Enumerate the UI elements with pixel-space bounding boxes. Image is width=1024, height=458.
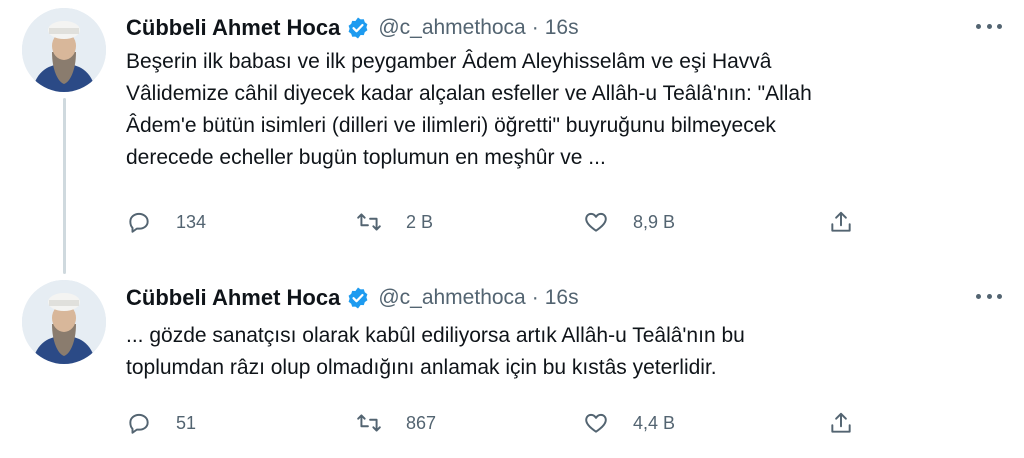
author-name[interactable]: Cübbeli Ahmet Hoca [126, 15, 340, 41]
more-horizontal-icon[interactable] [976, 18, 1002, 34]
share-icon [831, 211, 851, 232]
retweet-button[interactable]: 867 [356, 408, 436, 438]
tweet-header: Cübbeli Ahmet Hoca @c_ahmethoca · 16s [126, 12, 579, 44]
verified-badge-icon [346, 286, 370, 310]
share-button[interactable] [828, 408, 854, 438]
retweet-button[interactable]: 2 B [356, 207, 433, 237]
tweet-text-line: Âdem'e bütün isimleri (dilleri ve ilimle… [126, 114, 776, 137]
tweet-text-line: Beşerin ilk babası ve ilk peygamber Âdem… [126, 50, 772, 73]
reply-button[interactable]: 51 [126, 408, 196, 438]
retweet-count: 2 B [406, 211, 434, 232]
share-button[interactable] [828, 207, 854, 237]
tweet[interactable]: Cübbeli Ahmet Hoca @c_ahmethoca · 16s Be… [0, 0, 1024, 270]
tweet-header: Cübbeli Ahmet Hoca @c_ahmethoca · 16s [126, 282, 579, 314]
tweet-text-line: ... gözde sanatçısı olarak kabûl ediliyo… [126, 324, 745, 347]
reply-count: 134 [176, 211, 207, 232]
retweet-count: 867 [406, 412, 437, 433]
retweet-icon [357, 213, 381, 231]
separator-dot: · [531, 286, 539, 309]
separator-dot: · [531, 16, 539, 39]
tweet-text: ... gözde sanatçısı olarak kabûl ediliyo… [126, 320, 984, 384]
retweet-icon [357, 414, 381, 432]
like-button[interactable]: 4,4 B [583, 408, 675, 438]
avatar[interactable] [22, 280, 106, 364]
reply-button[interactable]: 134 [126, 207, 206, 237]
tweet-timestamp[interactable]: 16s [545, 286, 579, 310]
author-handle[interactable]: @c_ahmethoca [378, 286, 525, 310]
avatar[interactable] [22, 8, 106, 92]
author-name[interactable]: Cübbeli Ahmet Hoca [126, 285, 340, 311]
tweet-text-line: Vâlidemize câhil diyecek kadar alçalan e… [126, 82, 812, 105]
tweet-timestamp[interactable]: 16s [545, 16, 579, 40]
more-horizontal-icon[interactable] [976, 288, 1002, 304]
heart-icon [585, 413, 607, 433]
share-icon [831, 412, 851, 433]
like-count: 8,9 B [633, 211, 676, 232]
like-count: 4,4 B [633, 412, 676, 433]
like-button[interactable]: 8,9 B [583, 207, 675, 237]
reply-icon [129, 413, 149, 434]
verified-badge-icon [346, 16, 370, 40]
tweet-actions: 134 2 B 8,9 B [126, 207, 866, 237]
tweet-text: Beşerin ilk babası ve ilk peygamber Âdem… [126, 46, 984, 174]
reply-icon [129, 212, 149, 233]
heart-icon [585, 212, 607, 232]
tweet-actions: 51 867 4,4 B [126, 408, 866, 438]
tweet-text-line: derecede echeller bugün toplumun en meşh… [126, 146, 606, 169]
reply-count: 51 [176, 412, 197, 433]
author-handle[interactable]: @c_ahmethoca [378, 16, 525, 40]
tweet[interactable]: Cübbeli Ahmet Hoca @c_ahmethoca · 16s ..… [0, 270, 1024, 458]
tweet-text-line: toplumdan râzı olup olmadığını anlamak i… [126, 356, 717, 379]
